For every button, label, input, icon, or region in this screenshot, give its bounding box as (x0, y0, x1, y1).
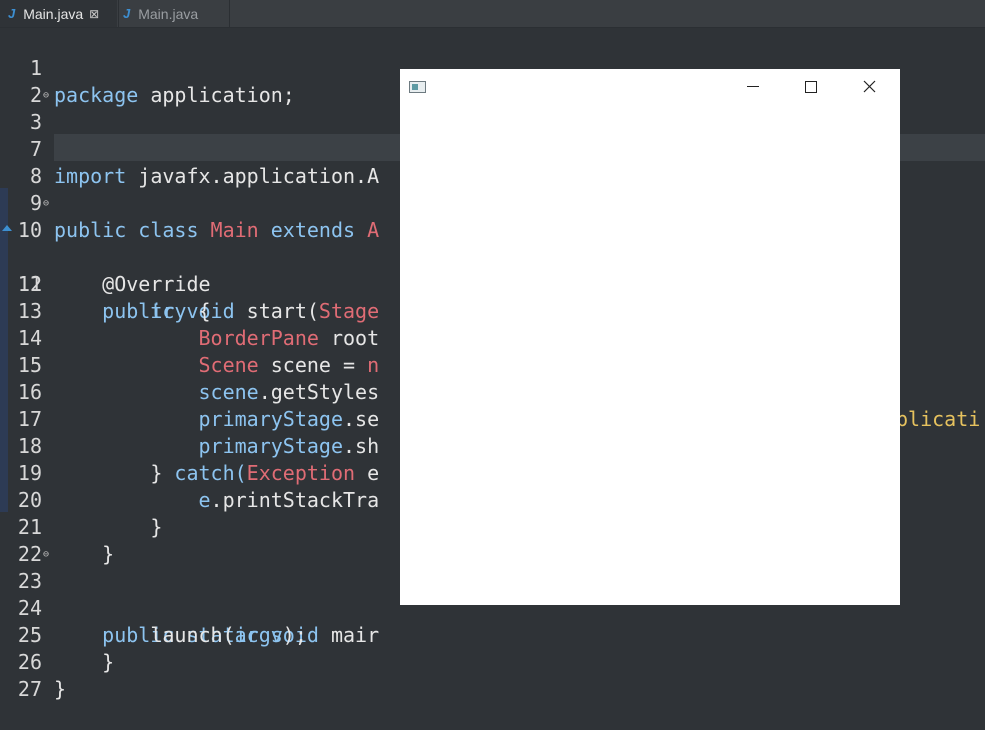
tab-main-java-active[interactable]: J Main.java ⊠ (0, 0, 117, 27)
override-marker-icon[interactable] (2, 225, 12, 231)
java-file-icon: J (123, 6, 131, 21)
fold-toggle-icon[interactable]: ⊖ (43, 541, 49, 568)
maximize-button[interactable] (788, 74, 834, 100)
window-app-icon (409, 81, 426, 93)
minimize-button[interactable] (730, 74, 776, 100)
fold-toggle-icon[interactable]: ⊖ (43, 190, 49, 217)
window-content-area (400, 103, 900, 605)
code-line: 26 } (0, 622, 985, 701)
code-line: 27 (0, 649, 985, 701)
close-tab-icon[interactable]: ⊠ (89, 7, 99, 21)
javafx-app-window[interactable] (400, 69, 900, 605)
maximize-icon (805, 81, 817, 93)
tab-label: Main.java (23, 5, 84, 22)
editor-tab-bar: J Main.java ⊠ J Main.java (0, 0, 985, 28)
line-number: 27 (17, 677, 42, 701)
java-file-icon: J (8, 6, 16, 21)
close-button[interactable] (846, 74, 892, 100)
code-token: } (54, 677, 67, 701)
fold-toggle-icon[interactable]: ⊖ (43, 82, 49, 109)
tab-main-java[interactable]: J Main.java (118, 0, 230, 27)
code-line: 1 package application; (0, 28, 985, 107)
window-title-bar[interactable] (400, 69, 900, 103)
tab-label: Main.java (138, 5, 199, 22)
minimize-icon (747, 86, 759, 87)
close-icon (863, 80, 876, 93)
